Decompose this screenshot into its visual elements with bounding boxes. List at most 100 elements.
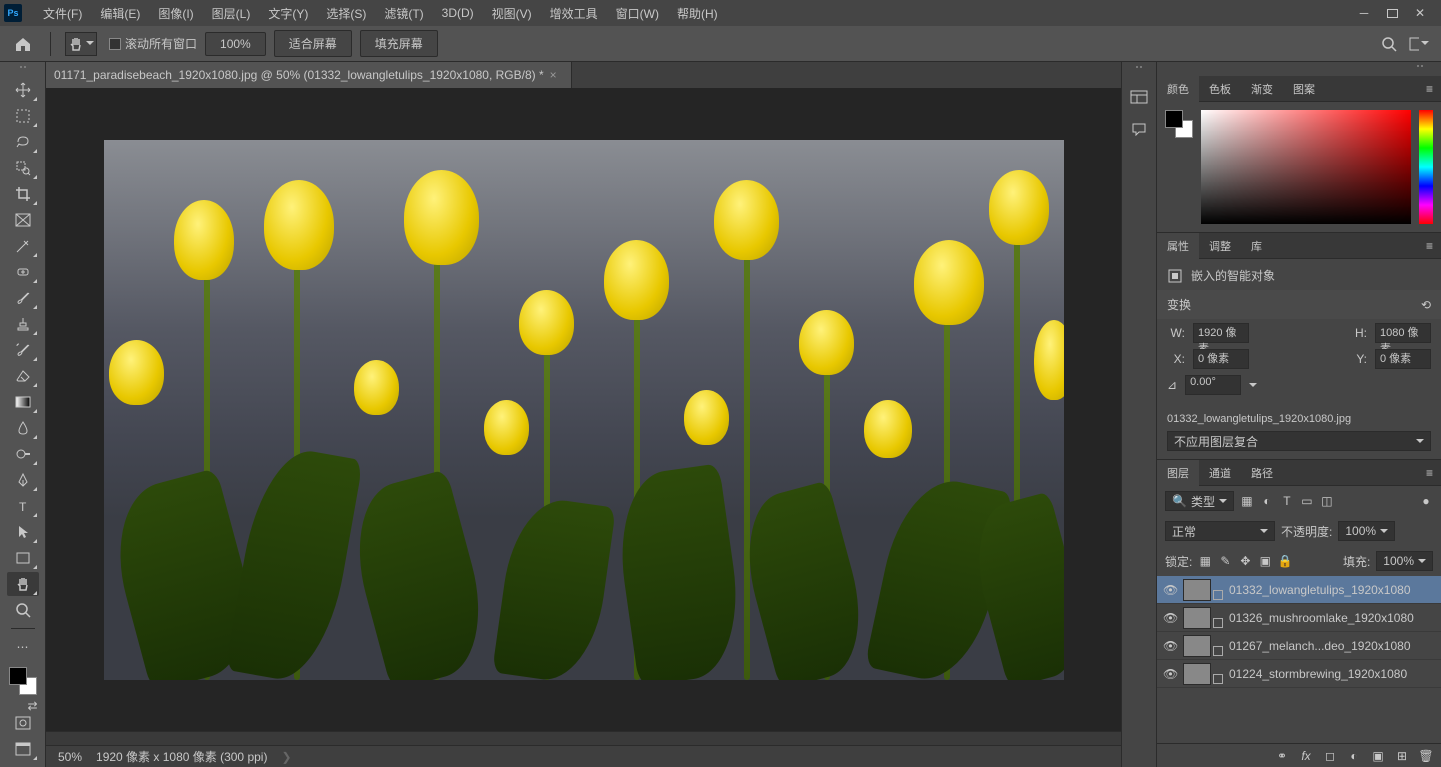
strip-grip[interactable]: [1124, 66, 1154, 74]
edit-toolbar-icon[interactable]: ⋯: [7, 635, 39, 659]
opacity-input[interactable]: 100%: [1338, 521, 1395, 541]
color-swatches[interactable]: [1165, 110, 1193, 138]
prop-panel-menu-icon[interactable]: ≡: [1418, 239, 1441, 253]
stamp-tool[interactable]: [7, 312, 39, 336]
menu-image[interactable]: 图像(I): [149, 0, 202, 26]
pen-tool[interactable]: [7, 468, 39, 492]
lock-all-icon[interactable]: 🔒: [1278, 554, 1292, 568]
workspace-icon[interactable]: [1409, 34, 1429, 54]
filter-toggle-icon[interactable]: ●: [1419, 494, 1433, 508]
blend-mode-select[interactable]: 正常: [1165, 521, 1275, 541]
path-select-tool[interactable]: [7, 520, 39, 544]
menu-help[interactable]: 帮助(H): [668, 0, 727, 26]
status-caret-icon[interactable]: ❯: [281, 750, 291, 764]
tab-patterns[interactable]: 图案: [1283, 76, 1325, 102]
swap-colors-icon[interactable]: ⇄: [28, 699, 38, 709]
hand-tool[interactable]: [7, 572, 39, 596]
close-tab-icon[interactable]: ×: [544, 68, 563, 82]
menu-view[interactable]: 视图(V): [483, 0, 541, 26]
close-icon[interactable]: ✕: [1413, 6, 1427, 20]
lock-artboard-icon[interactable]: ▣: [1258, 554, 1272, 568]
menu-file[interactable]: 文件(F): [34, 0, 91, 26]
quick-mask-icon[interactable]: [7, 711, 39, 735]
dodge-tool[interactable]: [7, 442, 39, 466]
maximize-icon[interactable]: [1385, 6, 1399, 20]
fill-screen-button[interactable]: 填充屏幕: [360, 30, 438, 57]
tab-color[interactable]: 颜色: [1157, 76, 1199, 102]
color-picker[interactable]: [1201, 110, 1411, 224]
filter-type-icon[interactable]: T: [1280, 494, 1294, 508]
tab-gradients[interactable]: 渐变: [1241, 76, 1283, 102]
layer-thumbnail[interactable]: [1183, 607, 1211, 629]
layer-style-icon[interactable]: fx: [1299, 749, 1313, 763]
y-input[interactable]: 0 像素: [1375, 349, 1431, 369]
link-layers-icon[interactable]: ⚭: [1275, 749, 1289, 763]
blur-tool[interactable]: [7, 416, 39, 440]
reset-icon[interactable]: ⟲: [1421, 298, 1431, 312]
healing-tool[interactable]: [7, 260, 39, 284]
menu-window[interactable]: 窗口(W): [607, 0, 668, 26]
tab-layers[interactable]: 图层: [1157, 460, 1199, 486]
filter-shape-icon[interactable]: ▭: [1300, 494, 1314, 508]
zoom-tool[interactable]: [7, 598, 39, 622]
quick-select-tool[interactable]: [7, 156, 39, 180]
menu-edit[interactable]: 编辑(E): [91, 0, 149, 26]
tab-paths[interactable]: 路径: [1241, 460, 1283, 486]
layer-comp-select[interactable]: 不应用图层复合: [1167, 431, 1431, 451]
zoom-level-button[interactable]: 100%: [205, 32, 266, 56]
fit-screen-button[interactable]: 适合屏幕: [274, 30, 352, 57]
layer-item[interactable]: 👁01267_melanch...deo_1920x1080: [1157, 632, 1441, 660]
tab-swatches[interactable]: 色板: [1199, 76, 1241, 102]
tab-properties[interactable]: 属性: [1157, 233, 1199, 259]
layers-panel-menu-icon[interactable]: ≡: [1418, 466, 1441, 480]
visibility-icon[interactable]: 👁: [1163, 639, 1177, 653]
canvas-area[interactable]: [46, 88, 1121, 731]
marquee-tool[interactable]: [7, 104, 39, 128]
tab-channels[interactable]: 通道: [1199, 460, 1241, 486]
transform-header[interactable]: 变换: [1167, 296, 1191, 313]
lasso-tool[interactable]: [7, 130, 39, 154]
adjustment-layer-icon[interactable]: ◐: [1347, 749, 1361, 763]
visibility-icon[interactable]: 👁: [1163, 667, 1177, 681]
layer-item[interactable]: 👁01224_stormbrewing_1920x1080: [1157, 660, 1441, 688]
hand-tool-indicator[interactable]: [65, 32, 97, 56]
menu-layer[interactable]: 图层(L): [203, 0, 260, 26]
color-panel-menu-icon[interactable]: ≡: [1418, 82, 1441, 96]
scroll-all-checkbox[interactable]: 滚动所有窗口: [109, 35, 197, 52]
frame-tool[interactable]: [7, 208, 39, 232]
status-zoom[interactable]: 50%: [58, 750, 82, 764]
tab-adjustments[interactable]: 调整: [1199, 233, 1241, 259]
history-panel-icon[interactable]: [1128, 86, 1150, 108]
home-button[interactable]: [10, 31, 36, 57]
layer-thumbnail[interactable]: [1183, 663, 1211, 685]
crop-tool[interactable]: [7, 182, 39, 206]
history-brush-tool[interactable]: [7, 338, 39, 362]
color-swatch[interactable]: [9, 667, 37, 695]
brush-tool[interactable]: [7, 286, 39, 310]
group-icon[interactable]: ▣: [1371, 749, 1385, 763]
menu-plugins[interactable]: 增效工具: [541, 0, 607, 26]
filter-adjust-icon[interactable]: ◐: [1260, 494, 1274, 508]
gradient-tool[interactable]: [7, 390, 39, 414]
move-tool[interactable]: [7, 78, 39, 102]
lock-position-icon[interactable]: ✎: [1218, 554, 1232, 568]
angle-input[interactable]: 0.00°: [1185, 375, 1241, 395]
eyedropper-tool[interactable]: [7, 234, 39, 258]
visibility-icon[interactable]: 👁: [1163, 583, 1177, 597]
width-input[interactable]: 1920 像素: [1193, 323, 1249, 343]
default-colors-icon[interactable]: [8, 699, 18, 709]
tab-libraries[interactable]: 库: [1241, 233, 1272, 259]
delete-layer-icon[interactable]: 🗑: [1419, 749, 1433, 763]
screen-mode-icon[interactable]: [7, 737, 39, 761]
new-layer-icon[interactable]: ⊞: [1395, 749, 1409, 763]
lock-move-icon[interactable]: ✥: [1238, 554, 1252, 568]
menu-select[interactable]: 选择(S): [317, 0, 375, 26]
menu-filter[interactable]: 滤镜(T): [375, 0, 432, 26]
minimize-icon[interactable]: ─: [1357, 6, 1371, 20]
search-icon[interactable]: [1379, 34, 1399, 54]
comments-panel-icon[interactable]: [1128, 118, 1150, 140]
x-input[interactable]: 0 像素: [1193, 349, 1249, 369]
fill-input[interactable]: 100%: [1376, 551, 1433, 571]
menu-3d[interactable]: 3D(D): [433, 0, 483, 26]
filter-smart-icon[interactable]: ◫: [1320, 494, 1334, 508]
